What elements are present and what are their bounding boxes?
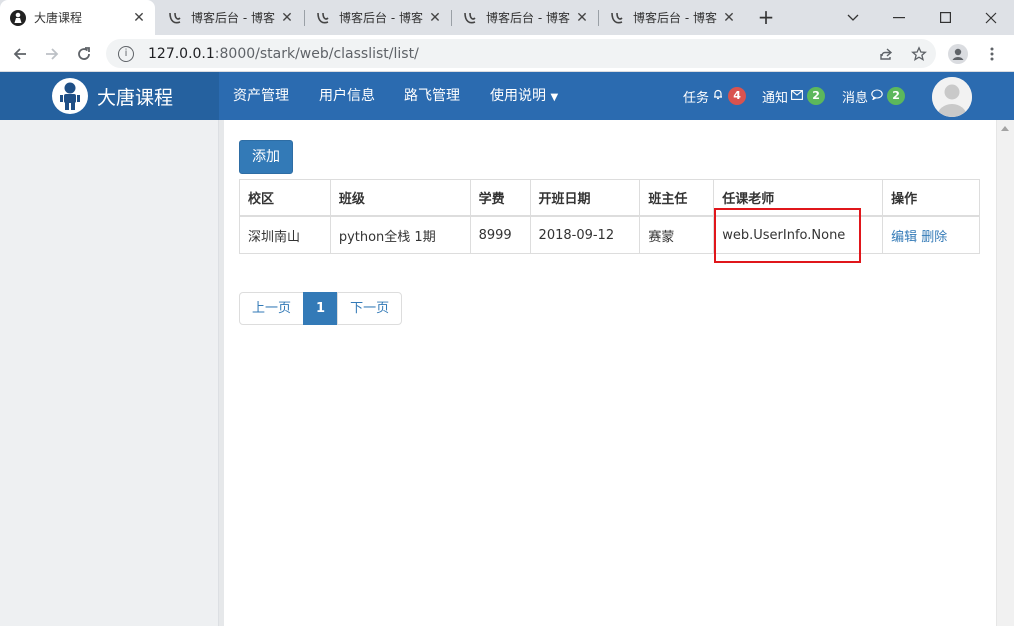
menu-user-info[interactable]: 用户信息 [319,72,375,120]
pagination: 上一页 1 下一页 [239,292,403,325]
user-silhouette-icon [10,9,26,26]
page-1-button[interactable]: 1 [303,292,339,325]
cell-school: 深圳南山 [239,215,331,254]
menu-lufei-management[interactable]: 路飞管理 [404,72,460,120]
tab-blog-1[interactable]: 博客后台 - 博客 ✕ [157,0,303,35]
info-icon[interactable]: i [118,45,134,62]
tab-datang[interactable]: 大唐课程 ✕ [0,0,155,35]
star-icon[interactable] [907,42,931,66]
bell-icon [712,88,724,104]
cell-fee: 8999 [469,215,531,254]
column-header-class: 班级 [329,179,471,217]
edit-link[interactable]: 编辑 [891,230,917,245]
tab-blog-4[interactable]: 博客后台 - 博客 ✕ [599,0,745,35]
close-icon[interactable]: ✕ [277,10,297,26]
cell-start-date: 2018-09-12 [529,215,641,254]
kebab-menu-icon[interactable] [980,42,1004,66]
sidebar [0,120,219,626]
column-header-start-date: 开班日期 [529,179,641,217]
close-icon[interactable]: ✕ [572,10,592,26]
prev-page-button[interactable]: 上一页 [239,292,305,325]
tab-title: 博客后台 - 博客 [191,11,275,25]
new-tab-plus-icon[interactable]: + [755,6,777,28]
menu-usage-guide-label: 使用说明 [490,88,546,104]
notifications-badge: 2 [807,87,826,105]
red-highlight-box [714,208,861,263]
url-path: :8000/stark/web/classlist/list/ [214,45,419,62]
tab-blog-2[interactable]: 博客后台 - 博客 ✕ [305,0,451,35]
app-navbar: 大唐课程 资产管理 用户信息 路飞管理 使用说明 ▼ 任务 4 通知 2 消息 … [0,72,1014,120]
tab-title: 博客后台 - 博客 [486,11,570,25]
tab-blog-3[interactable]: 博客后台 - 博客 ✕ [452,0,598,35]
comment-icon [871,88,883,104]
envelope-icon [791,89,803,104]
forward-arrow-icon[interactable] [40,42,64,66]
messages-label: 消息 [842,90,869,106]
next-page-button[interactable]: 下一页 [337,292,403,325]
minimize-icon[interactable] [876,0,922,35]
column-header-school: 校区 [239,179,331,217]
column-header-actions: 操作 [882,179,980,217]
cnblogs-icon [167,10,183,26]
share-icon[interactable] [874,42,898,66]
brand[interactable]: 大唐课程 [0,72,219,120]
profile-icon[interactable] [946,42,970,66]
tab-title: 博客后台 - 博客 [339,11,423,25]
cnblogs-icon [609,10,625,26]
browser-tab-bar: 大唐课程 ✕ 博客后台 - 博客 ✕ 博客后台 - 博客 ✕ 博客后台 - 博客… [0,0,1014,35]
close-window-icon[interactable] [968,0,1014,35]
tasks-badge: 4 [728,87,747,105]
tasks-label: 任务 [683,90,710,106]
messages-menu[interactable]: 消息 2 [842,84,906,108]
tab-title: 博客后台 - 博客 [633,11,717,25]
table-header-row: 校区 班级 学费 开班日期 班主任 任课老师 操作 [239,179,980,217]
scroll-up-arrow-icon[interactable] [1001,126,1009,131]
close-icon[interactable]: ✕ [719,10,739,26]
cell-actions: 编辑 删除 [882,215,980,254]
close-icon[interactable]: ✕ [129,10,149,26]
scrollbar[interactable] [996,120,1014,626]
reload-icon[interactable] [72,42,96,66]
tasks-menu[interactable]: 任务 4 [683,84,747,108]
notifications-label: 通知 [762,90,789,106]
brand-name: 大唐课程 [97,86,174,109]
back-arrow-icon[interactable] [8,42,32,66]
column-header-head-teacher: 班主任 [639,179,715,217]
chevron-down-icon[interactable] [830,0,876,35]
menu-asset-management[interactable]: 资产管理 [233,72,289,120]
cell-class: python全栈 1期 [329,215,471,254]
close-icon[interactable]: ✕ [425,10,445,26]
avatar[interactable] [932,77,972,117]
cell-head-teacher: 赛蒙 [639,215,715,254]
messages-badge: 2 [887,87,906,105]
menu-usage-guide[interactable]: 使用说明 ▼ [490,72,558,120]
address-bar[interactable]: i 127.0.0.1:8000/stark/web/classlist/lis… [106,39,936,68]
maximize-icon[interactable] [922,0,968,35]
tab-title: 大唐课程 [34,11,83,25]
browser-toolbar: i 127.0.0.1:8000/stark/web/classlist/lis… [0,35,1014,72]
cnblogs-icon [462,10,478,26]
delete-link[interactable]: 删除 [921,230,947,245]
table-row: 深圳南山 python全栈 1期 8999 2018-09-12 赛蒙 web.… [239,215,980,254]
class-list-table: 校区 班级 学费 开班日期 班主任 任课老师 操作 深圳南山 python全栈 … [239,179,980,254]
logo-icon [52,78,88,114]
caret-down-icon: ▼ [550,92,559,103]
column-header-fee: 学费 [469,179,531,217]
add-button[interactable]: 添加 [239,140,293,174]
url-host: 127.0.0.1 [148,45,215,62]
cnblogs-icon [315,10,331,26]
notifications-menu[interactable]: 通知 2 [762,84,826,108]
